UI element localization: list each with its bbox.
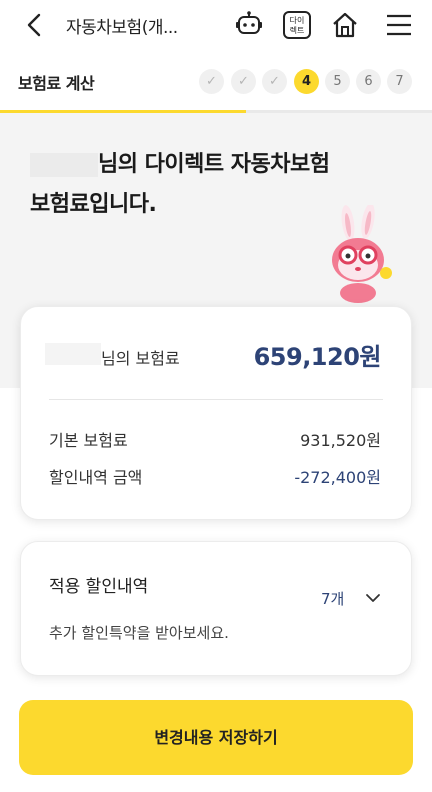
premium-total: 659,120원 <box>253 343 382 371</box>
menu-icon[interactable] <box>384 10 414 40</box>
page-title: 자동차보험(개... <box>66 18 178 38</box>
step-1: ✓ <box>199 69 224 94</box>
chevron-down-icon[interactable] <box>365 590 381 606</box>
home-icon[interactable] <box>330 10 360 40</box>
discount-amount-value: -272,400원 <box>294 468 381 487</box>
step-7: 7 <box>387 69 412 94</box>
base-premium-value: 931,520원 <box>300 431 381 450</box>
back-icon[interactable] <box>20 10 50 40</box>
step-5: 5 <box>325 69 350 94</box>
step-title: 보험료 계산 <box>18 74 95 93</box>
step-3: ✓ <box>262 69 287 94</box>
premium-label: 님의 보험료 <box>101 349 180 368</box>
step-4-current: 4 <box>294 69 319 94</box>
discount-count: 7개 <box>321 590 345 608</box>
hero-heading-line2: 보험료입니다. <box>30 192 157 217</box>
step-bar: 보험료 계산 ✓ ✓ ✓ 4 5 6 7 <box>0 62 432 106</box>
rabbit-mascot-icon <box>318 203 398 305</box>
base-premium-label: 기본 보험료 <box>49 431 128 450</box>
hero-heading-text1: 님의 다이렉트 자동차보험 <box>98 152 330 177</box>
direct-badge-icon[interactable]: 다이 렉트 <box>282 10 312 40</box>
step-2: ✓ <box>231 69 256 94</box>
app-header: 자동차보험(개... 다이 렉트 <box>0 0 432 50</box>
divider <box>49 399 383 400</box>
save-button[interactable]: 변경내용 저장하기 <box>19 700 413 775</box>
name-mask <box>45 343 101 365</box>
discount-title: 적용 할인내역 <box>49 577 149 597</box>
name-mask <box>30 153 98 177</box>
direct-badge-line2: 렉트 <box>290 25 305 35</box>
step-6: 6 <box>356 69 381 94</box>
discount-amount-label: 할인내역 금액 <box>49 468 143 487</box>
premium-card: 님의 보험료 659,120원 기본 보험료 931,520원 할인내역 금액 … <box>20 306 412 520</box>
chatbot-icon[interactable] <box>234 10 264 40</box>
hero-heading-line1: 님의 다이렉트 자동차보험 <box>30 146 330 178</box>
direct-badge-line1: 다이 <box>290 15 305 25</box>
discount-subtitle: 추가 할인특약을 받아보세요. <box>49 624 229 642</box>
discount-card[interactable]: 적용 할인내역 7개 추가 할인특약을 받아보세요. <box>20 541 412 676</box>
